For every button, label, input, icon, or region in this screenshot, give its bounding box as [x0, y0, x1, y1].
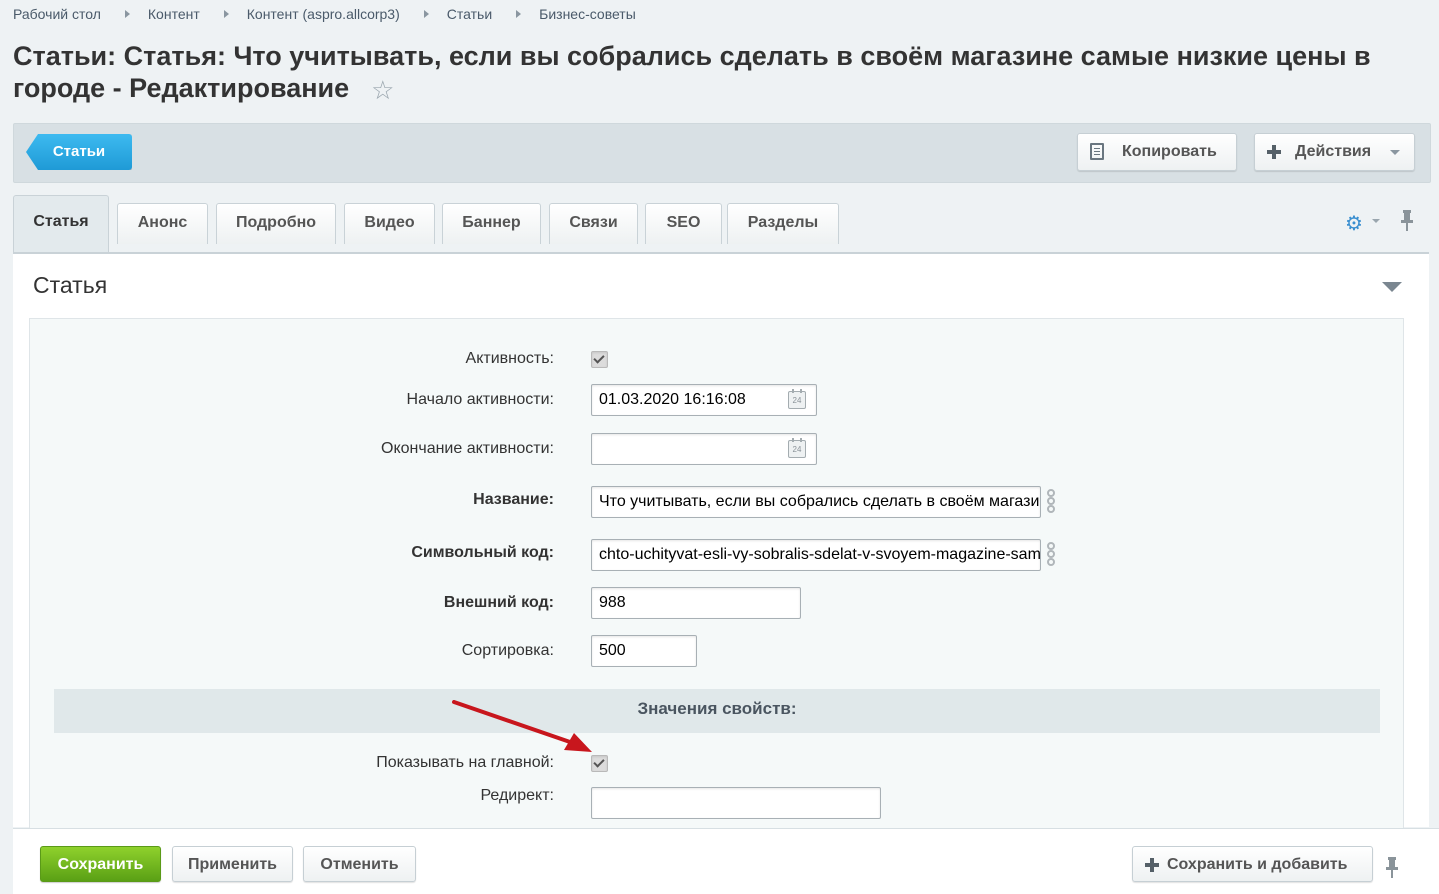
active-to-label: Окончание активности:	[381, 440, 554, 457]
favorite-star-icon[interactable]: ☆	[371, 74, 394, 106]
redirect-field[interactable]	[591, 787, 881, 819]
tab-details[interactable]: Подробно	[216, 203, 336, 244]
chevron-down-icon	[1390, 150, 1400, 155]
tab-sections[interactable]: Разделы	[727, 203, 839, 244]
xml-id-field[interactable]: 988	[591, 587, 801, 619]
pin-icon[interactable]	[1400, 210, 1414, 232]
breadcrumb-separator-icon	[516, 10, 522, 18]
breadcrumb-separator-icon	[423, 10, 429, 18]
page-title-text: Статьи: Статья: Что учитывать, если вы с…	[13, 41, 1371, 103]
context-toolbar: Статьи Копировать Действия	[13, 123, 1431, 183]
back-to-articles-button[interactable]: Статьи	[26, 134, 132, 170]
sort-field[interactable]: 500	[591, 635, 697, 667]
breadcrumb-item-desktop[interactable]: Рабочий стол	[13, 6, 101, 22]
panel-title: Статья	[33, 272, 108, 298]
actions-button-label: Действия	[1295, 143, 1372, 160]
breadcrumb-separator-icon	[223, 10, 229, 18]
active-from-field[interactable]: 01.03.2020 16:16:08 24	[591, 384, 817, 416]
breadcrumb-item-content-site[interactable]: Контент (aspro.allcorp3)	[247, 6, 400, 22]
tab-banner[interactable]: Баннер	[442, 203, 541, 244]
redirect-label: Редирект:	[480, 787, 554, 804]
calendar-day-number: 24	[792, 445, 802, 454]
plus-icon	[1145, 858, 1159, 872]
code-field[interactable]: chto-uchityvat-esli-vy-sobralis-sdelat-v…	[591, 539, 1041, 571]
copy-button[interactable]: Копировать	[1077, 133, 1237, 171]
transliteration-link-icon[interactable]	[1045, 489, 1057, 515]
page-title: Статьи: Статья: Что учитывать, если вы с…	[13, 40, 1413, 106]
active-checkbox[interactable]	[591, 351, 608, 368]
save-and-add-button[interactable]: Сохранить и добавить	[1132, 846, 1373, 882]
code-label: Символьный код:	[411, 544, 554, 561]
breadcrumb-separator-icon	[124, 10, 130, 18]
name-label: Название:	[473, 491, 554, 508]
annotation-arrow-icon	[452, 700, 592, 752]
breadcrumb-item-articles[interactable]: Статьи	[447, 6, 492, 22]
tab-seo[interactable]: SEO	[645, 203, 722, 244]
copy-button-label: Копировать	[1122, 143, 1217, 160]
breadcrumb: Рабочий стол Контент Контент (aspro.allc…	[13, 5, 636, 23]
sort-label: Сортировка:	[461, 642, 554, 659]
calendar-day-number: 24	[792, 396, 802, 405]
name-field[interactable]: Что учитывать, если вы собрались сделать…	[591, 486, 1041, 518]
xml-id-label: Внешний код:	[443, 594, 554, 611]
footer-bar: Сохранить Применить Отменить Сохранить и…	[13, 828, 1439, 894]
actions-button[interactable]: Действия	[1254, 133, 1415, 171]
calendar-icon[interactable]: 24	[788, 438, 806, 458]
chevron-down-icon[interactable]	[1372, 219, 1380, 223]
cancel-button[interactable]: Отменить	[303, 846, 416, 882]
calendar-icon[interactable]: 24	[788, 389, 806, 409]
apply-button[interactable]: Применить	[172, 846, 293, 882]
pin-icon[interactable]	[1385, 857, 1399, 879]
active-label: Активность:	[465, 350, 554, 367]
active-to-field[interactable]: 24	[591, 433, 817, 465]
tab-announce[interactable]: Анонс	[117, 203, 208, 244]
form-area: Активность: Начало активности: 01.03.202…	[29, 318, 1404, 838]
save-button[interactable]: Сохранить	[40, 846, 161, 882]
tab-video[interactable]: Видео	[344, 203, 435, 244]
collapse-arrow-icon[interactable]	[1382, 282, 1402, 292]
transliteration-link-icon[interactable]	[1045, 542, 1057, 568]
tab-article[interactable]: Статья	[13, 195, 109, 253]
breadcrumb-item-content[interactable]: Контент	[148, 6, 200, 22]
save-and-add-label: Сохранить и добавить	[1167, 856, 1348, 873]
properties-header: Значения свойств:	[54, 689, 1380, 733]
gear-icon[interactable]: ⚙	[1345, 211, 1363, 236]
plus-icon	[1267, 145, 1281, 159]
active-from-label: Начало активности:	[406, 391, 554, 408]
active-from-value: 01.03.2020 16:16:08	[599, 391, 746, 408]
copy-icon	[1090, 143, 1104, 160]
breadcrumb-item-business-tips[interactable]: Бизнес-советы	[539, 6, 636, 22]
tab-links[interactable]: Связи	[549, 203, 638, 244]
edit-panel: Статья Активность: Начало активности: 01…	[13, 252, 1429, 838]
